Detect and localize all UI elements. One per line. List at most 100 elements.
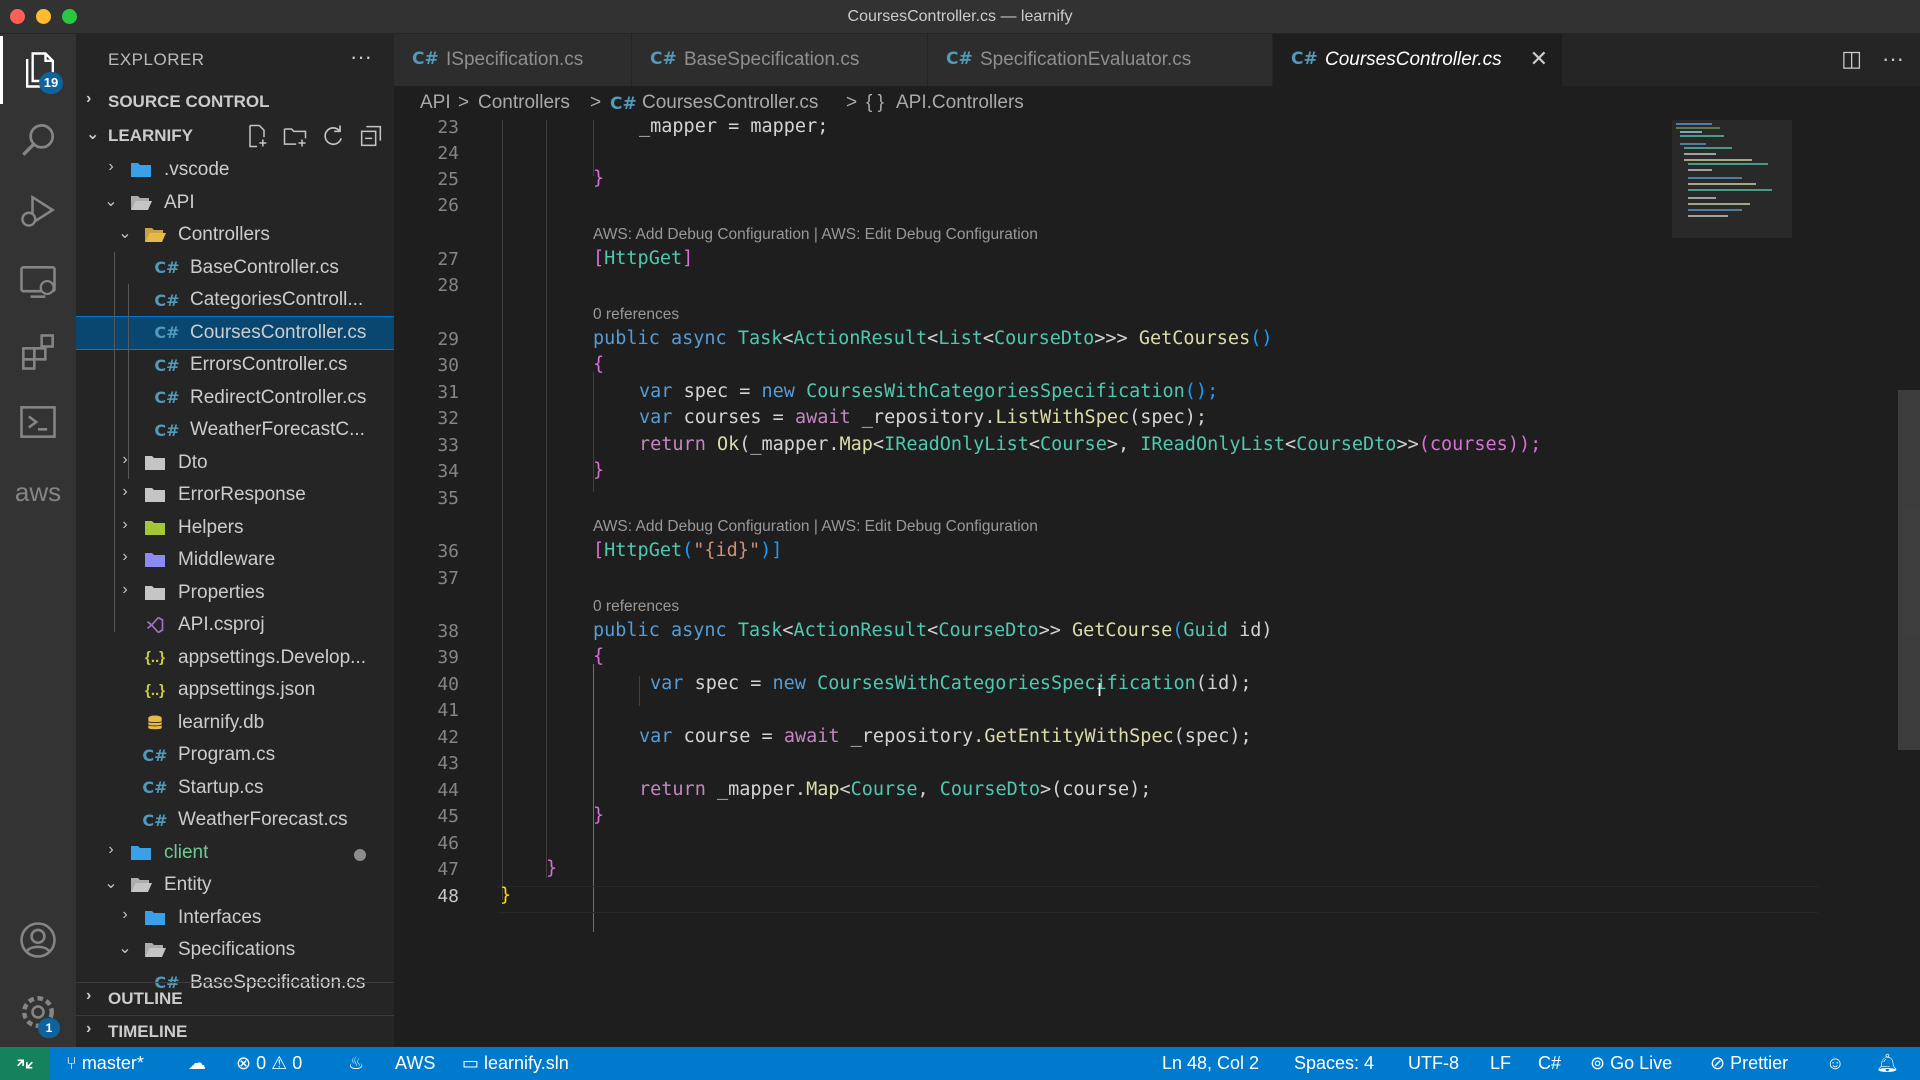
tree-file[interactable]: {..} appsettings.json xyxy=(76,674,394,706)
outline-section[interactable]: › OUTLINE xyxy=(76,982,394,1014)
refresh-icon[interactable] xyxy=(318,122,348,150)
aws-status[interactable]: AWS xyxy=(395,1053,435,1074)
timeline-section[interactable]: › TIMELINE xyxy=(76,1015,394,1047)
line-number: 47 xyxy=(437,859,459,880)
editor-scrollbar[interactable] xyxy=(1898,390,1920,750)
feedback-icon[interactable]: ☺ xyxy=(1826,1053,1844,1074)
tree-folder[interactable]: ⌄ Entity xyxy=(76,869,394,901)
codelens-aws-debug[interactable]: AWS: Add Debug Configuration | AWS: Edit… xyxy=(593,226,1038,244)
line-number: 27 xyxy=(437,249,459,270)
project-section[interactable]: ⌄ LEARNIFY xyxy=(76,120,394,152)
tree-file[interactable]: {..} appsettings.Develop... xyxy=(76,642,394,674)
tree-item-label: Startup.cs xyxy=(178,776,264,798)
codelens-references[interactable]: 0 references xyxy=(593,306,679,324)
tree-folder[interactable]: › Dto xyxy=(76,447,394,479)
collapse-all-icon[interactable] xyxy=(356,122,386,150)
tree-folder[interactable]: › .vscode xyxy=(76,154,394,186)
encoding[interactable]: UTF-8 xyxy=(1408,1053,1459,1074)
tab-specificationevaluator[interactable]: C# SpecificationEvaluator.cs xyxy=(928,34,1273,86)
indentation[interactable]: Spaces: 4 xyxy=(1294,1053,1374,1074)
tree-file[interactable]: API.csproj xyxy=(76,609,394,641)
tree-file[interactable]: C# BaseController.cs xyxy=(76,252,394,284)
code-line-32: var courses = await _repository.ListWith… xyxy=(639,407,1208,428)
title-bar: CoursesController.cs — learnify xyxy=(0,0,1920,34)
remote-explorer-activity[interactable] xyxy=(0,248,76,316)
tree-file[interactable]: learnify.db xyxy=(76,707,394,739)
manage-activity[interactable]: 1 xyxy=(0,978,76,1046)
close-tab-icon[interactable]: ✕ xyxy=(1530,46,1548,72)
tree-folder[interactable]: › client xyxy=(76,837,394,869)
sync-icon[interactable]: ☁ xyxy=(188,1053,206,1074)
csharp-file-icon: C# xyxy=(154,290,180,310)
tree-folder[interactable]: › ErrorResponse xyxy=(76,479,394,511)
git-branch-icon: ⑂ xyxy=(66,1053,82,1073)
tab-coursescontroller[interactable]: C# CoursesController.cs ✕ xyxy=(1273,34,1563,86)
cursor-position[interactable]: Ln 48, Col 2 xyxy=(1162,1053,1259,1074)
activity-bar: 19 aws 1 xyxy=(0,34,76,1047)
line-number: 25 xyxy=(437,169,459,190)
tree-folder[interactable]: ⌄ Specifications xyxy=(76,934,394,966)
explorer-activity[interactable]: 19 xyxy=(0,36,76,104)
window-title: CoursesController.cs — learnify xyxy=(847,8,1073,25)
codelens-aws-debug[interactable]: AWS: Add Debug Configuration | AWS: Edit… xyxy=(593,518,1038,536)
tree-item-label: ErrorResponse xyxy=(178,484,306,505)
language-mode[interactable]: C# xyxy=(1538,1053,1561,1074)
problems-indicator[interactable]: ⊗ 0 ⚠ 0 xyxy=(236,1053,302,1074)
folder-icon xyxy=(142,549,168,571)
tab-basespecification[interactable]: C# BaseSpecification.cs xyxy=(632,34,928,86)
end-of-line[interactable]: LF xyxy=(1490,1053,1511,1074)
tree-file[interactable]: C# Program.cs xyxy=(76,739,394,771)
minimap[interactable] xyxy=(1672,120,1792,240)
line-number: 24 xyxy=(437,143,459,164)
breadcrumb-file[interactable]: CoursesController.cs xyxy=(642,92,818,114)
run-debug-activity[interactable] xyxy=(0,176,76,244)
error-icon: ⊗ xyxy=(236,1053,257,1073)
accounts-activity[interactable] xyxy=(0,906,76,974)
source-control-section[interactable]: › SOURCE CONTROL xyxy=(76,86,394,118)
folder-icon xyxy=(128,159,154,181)
line-number: 46 xyxy=(437,833,459,854)
section-title: LEARNIFY xyxy=(108,126,193,145)
more-actions-icon[interactable]: ··· xyxy=(350,44,372,70)
tree-file[interactable]: C# CategoriesControll... xyxy=(76,284,394,316)
breadcrumb: API > Controllers > C# CoursesController… xyxy=(394,86,1920,120)
tree-file[interactable]: C# Startup.cs xyxy=(76,772,394,804)
prettier-status[interactable]: ⊘ Prettier xyxy=(1710,1053,1788,1074)
breadcrumb-api[interactable]: API xyxy=(420,92,451,114)
new-file-icon[interactable] xyxy=(242,122,272,150)
tab-ispecification[interactable]: C# ISpecification.cs xyxy=(394,34,632,86)
tree-file[interactable]: C# ErrorsController.cs xyxy=(76,349,394,381)
tree-folder[interactable]: › Middleware xyxy=(76,544,394,576)
code-line-38: public async Task<ActionResult<CourseDto… xyxy=(593,620,1273,641)
terminal-activity[interactable] xyxy=(0,388,76,456)
folder-icon xyxy=(142,484,168,506)
aws-activity[interactable]: aws xyxy=(0,458,76,526)
tree-folder[interactable]: › Interfaces xyxy=(76,902,394,934)
new-folder-icon[interactable] xyxy=(280,122,310,150)
remote-indicator[interactable] xyxy=(0,1047,50,1080)
more-actions-icon[interactable]: ··· xyxy=(1882,46,1904,72)
tree-folder[interactable]: › Helpers xyxy=(76,512,394,544)
line-number: 39 xyxy=(437,647,459,668)
flame-icon[interactable]: ♨ xyxy=(348,1053,364,1074)
git-branch[interactable]: ⑂ master* xyxy=(66,1053,144,1074)
tree-folder[interactable]: ⌄ Controllers xyxy=(76,219,394,251)
tree-file[interactable]: C# RedirectController.cs xyxy=(76,382,394,414)
split-editor-icon[interactable]: ◫ xyxy=(1841,46,1862,72)
tree-folder[interactable]: ⌄ API xyxy=(76,187,394,219)
extensions-activity[interactable] xyxy=(0,318,76,386)
folder-icon: ▭ xyxy=(462,1053,485,1073)
go-live-button[interactable]: ⊚ Go Live xyxy=(1590,1053,1672,1074)
tree-file[interactable]: C# WeatherForecast.cs xyxy=(76,804,394,836)
tree-file[interactable]: C# CoursesController.cs xyxy=(76,315,394,350)
breadcrumb-controllers[interactable]: Controllers xyxy=(478,92,570,114)
code-line-47: } xyxy=(546,858,558,879)
code-editor[interactable]: 23 24 25 26 27 28 29 30 31 32 33 34 35 36 37 38 39 40 41 42… xyxy=(394,120,1920,1047)
bell-icon[interactable]: 🔔︎ xyxy=(1876,1053,1899,1074)
breadcrumb-namespace[interactable]: API.Controllers xyxy=(896,92,1024,114)
tree-folder[interactable]: › Properties xyxy=(76,577,394,609)
solution-indicator[interactable]: ▭ learnify.sln xyxy=(462,1053,569,1074)
codelens-references[interactable]: 0 references xyxy=(593,598,679,616)
tree-file[interactable]: C# WeatherForecastC... xyxy=(76,414,394,446)
search-activity[interactable] xyxy=(0,106,76,174)
